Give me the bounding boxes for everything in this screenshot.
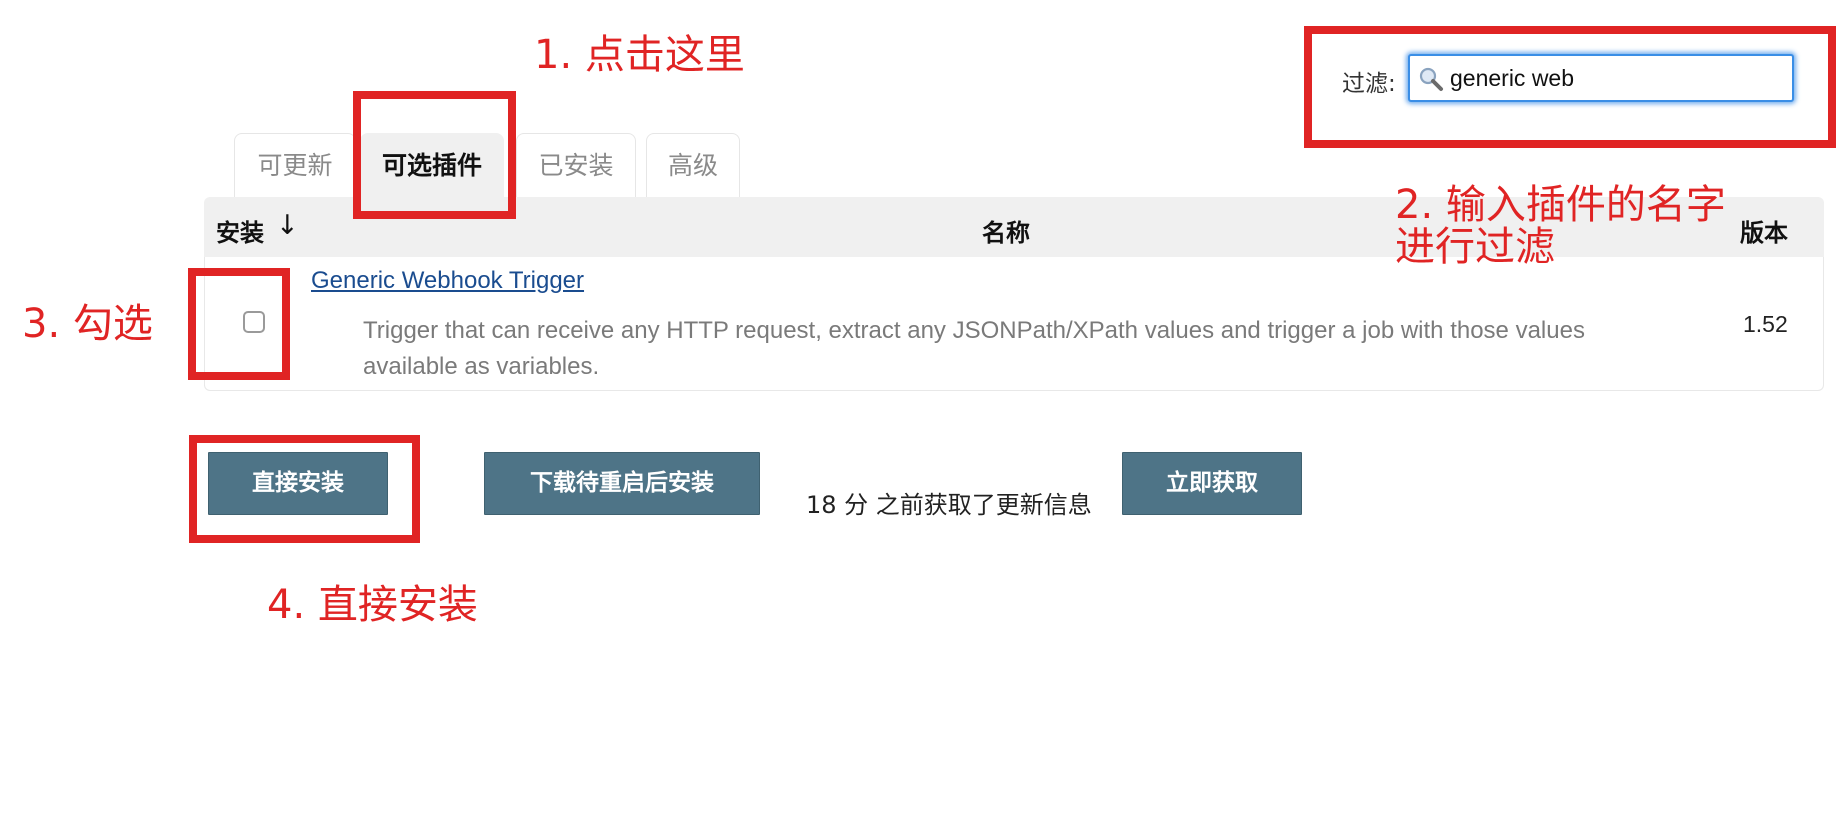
column-header-name[interactable]: 名称 [982,213,1030,248]
sort-arrow-icon[interactable]: ↓ [276,210,299,241]
plugin-description: Trigger that can receive any HTTP reques… [363,313,1840,385]
annotation-step-4: 4. 直接安装 [267,582,478,628]
plugin-description-line: available as variables. [363,353,600,380]
plugin-version: 1.52 [1743,311,1788,337]
annotation-box-tab [353,91,516,219]
tab-updates[interactable]: 可更新 [234,133,356,197]
column-header-install[interactable]: 安装 [216,213,264,248]
annotation-box-install-button [189,435,420,543]
download-restart-button[interactable]: 下载待重启后安装 [484,452,760,515]
annotation-step-2-line: 2. 输入插件的名字 [1395,182,1726,228]
tab-installed[interactable]: 已安装 [516,133,636,197]
update-status-text: 18 分 之前获取了更新信息 [806,491,1092,519]
table-row: Generic Webhook Trigger Trigger that can… [204,257,1824,391]
annotation-step-2-line: 进行过滤 [1395,224,1555,270]
plugin-name-link[interactable]: Generic Webhook Trigger [311,267,584,295]
tab-advanced[interactable]: 高级 [646,133,740,197]
annotation-box-checkbox [188,268,290,380]
annotation-box-filter [1304,26,1836,148]
annotation-step-2: 2. 输入插件的名字 进行过滤 [1395,184,1726,268]
column-header-version[interactable]: 版本 [1740,213,1788,248]
annotation-step-3: 3. 勾选 [22,301,153,347]
annotation-step-1: 1. 点击这里 [534,32,745,78]
check-now-button[interactable]: 立即获取 [1122,452,1302,515]
plugin-description-line: Trigger that can receive any HTTP reques… [363,317,1585,344]
